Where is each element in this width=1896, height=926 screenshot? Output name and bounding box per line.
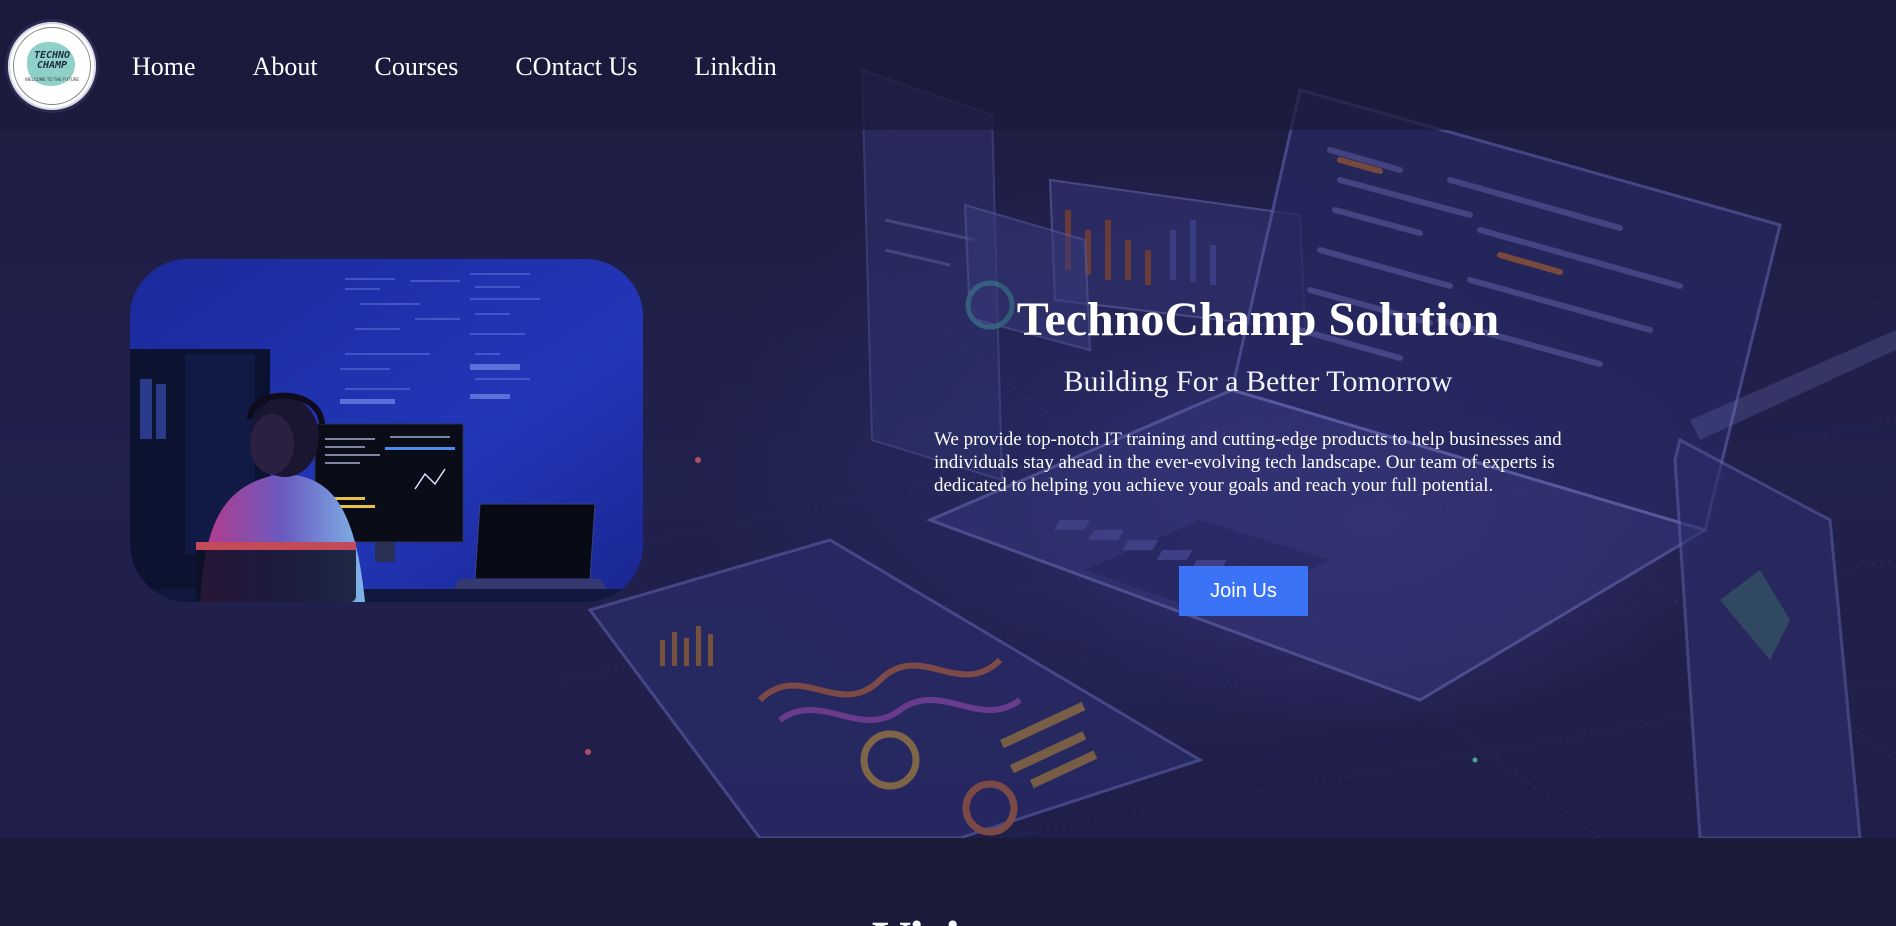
vision-section-title: Vision [872, 910, 1017, 926]
hero-content: TechnoChamp Solution Building For a Bett… [934, 290, 1582, 497]
logo[interactable]: TECHNO CHAMP WELCOME TO THE FUTURE [8, 22, 96, 110]
hero-description: We provide top-notch IT training and cut… [934, 429, 1562, 496]
nav-link-courses[interactable]: Courses [375, 52, 459, 82]
main-nav: Home About Courses COntact Us Linkdin [132, 52, 834, 82]
nav-link-home[interactable]: Home [132, 52, 196, 82]
developer-workstation-image [130, 259, 643, 602]
hero-photo [130, 259, 643, 602]
logo-wordmark-line2: CHAMP [36, 59, 68, 71]
nav-link-contact[interactable]: COntact Us [515, 52, 637, 82]
logo-wordmark-line1: TECHNO [33, 49, 71, 61]
join-us-button[interactable]: Join Us [1179, 566, 1308, 616]
hero-title: TechnoChamp Solution [1016, 293, 1500, 346]
nav-link-about[interactable]: About [253, 52, 318, 82]
logo-tagline: WELCOME TO THE FUTURE [25, 76, 79, 82]
hero-subtitle: Building For a Better Tomorrow [1063, 365, 1453, 398]
navbar: TECHNO CHAMP WELCOME TO THE FUTURE Home … [0, 2, 1896, 130]
vision-section: Vision [0, 838, 1896, 926]
logo-badge: TECHNO CHAMP WELCOME TO THE FUTURE [13, 27, 91, 105]
nav-link-linkedin[interactable]: Linkdin [694, 52, 776, 82]
